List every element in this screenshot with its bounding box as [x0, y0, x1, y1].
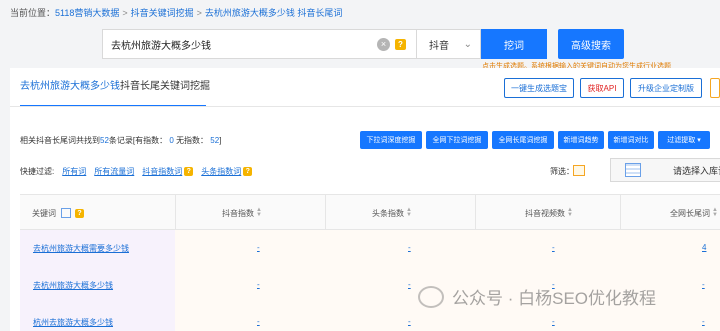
douyin-index-value[interactable]: -	[257, 280, 260, 289]
search-input-value: 去杭州旅游大概多少钱	[111, 40, 211, 52]
copy-icon[interactable]	[61, 208, 71, 218]
wechat-icon	[418, 285, 444, 308]
keyword-link[interactable]: 杭州去旅游大概多少钱	[33, 317, 113, 328]
get-api-button[interactable]: 获取API	[580, 78, 624, 98]
page: 当前位置：5118营销大数据 > 抖音关键词挖掘 > 去杭州旅游大概多少钱 抖音长尾词 …	[0, 0, 720, 331]
toutiao-index-value[interactable]: -	[408, 280, 411, 289]
help-icon[interactable]: ?	[243, 167, 253, 176]
keyword-table: 关键词 ? 抖音指数 ▲ ▼ 头条指数 ▲ ▼ 抖音视频数 ▲ ▼ 全网长尾词 ▲ ▼ 去杭州旅…	[20, 194, 720, 331]
column-divider	[175, 195, 176, 231]
sort-icon[interactable]: ▲ ▼	[256, 207, 262, 218]
breadcrumb-prefix: 当前位置：	[10, 8, 56, 18]
summary-text: 相关抖音长尾词共找到	[20, 136, 100, 145]
table-header: 关键词 ? 抖音指数 ▲ ▼ 头条指数 ▲ ▼ 抖音视频数 ▲ ▼ 全网长尾词 ▲ ▼	[20, 194, 720, 231]
filter-douyin-index-words[interactable]: 抖音指数词	[142, 166, 182, 177]
library-select-placeholder: 请选择入库词	[673, 165, 720, 176]
column-header-longtail[interactable]: 全网长尾词 ▲ ▼	[670, 195, 718, 231]
column-header-label: 头条指数	[372, 208, 404, 218]
sort-icon[interactable]: ▲ ▼	[712, 207, 718, 218]
new-word-compare-button[interactable]: 新增词对比	[608, 131, 654, 149]
dig-button[interactable]: 挖词	[481, 29, 547, 59]
clear-icon[interactable]: ×	[377, 38, 390, 51]
deep-dropdown-mining-button[interactable]: 下拉词深度挖掘	[360, 131, 422, 149]
filter-toutiao-index-words[interactable]: 头条指数词	[201, 166, 241, 177]
summary-text: 无指数：	[176, 136, 209, 145]
sort-icon[interactable]: ▲ ▼	[567, 207, 573, 218]
column-header-toutiao-index[interactable]: 头条指数 ▲ ▼	[372, 195, 412, 231]
web-longtail-mining-button[interactable]: 全网长尾词挖掘	[492, 131, 554, 149]
help-icon[interactable]: ?	[75, 208, 84, 218]
new-word-trend-button[interactable]: 新增词趋势	[558, 131, 604, 149]
tab-title-suffix: 抖音长尾关键词挖掘	[120, 81, 210, 92]
toutiao-index-value[interactable]: -	[408, 243, 411, 252]
column-divider	[620, 195, 621, 231]
douyin-index-value[interactable]: -	[257, 243, 260, 252]
divider	[10, 106, 720, 107]
column-divider	[475, 195, 476, 231]
table-row: 去杭州旅游大概需要多少钱 - - - 4	[20, 230, 720, 267]
douyin-index-value[interactable]: -	[257, 317, 260, 326]
search-input[interactable]: 去杭州旅游大概多少钱 × ?	[102, 29, 417, 59]
column-divider	[325, 195, 326, 231]
column-header-keyword: 关键词 ?	[32, 195, 84, 231]
breadcrumb-current[interactable]: 去杭州旅游大概多少钱 抖音长尾词	[205, 8, 343, 18]
total-count: 52	[100, 136, 109, 145]
chevron-down-icon: ⌄	[463, 39, 472, 50]
tab-keyword[interactable]: 去杭州旅游大概多少钱抖音长尾关键词挖掘	[20, 77, 210, 92]
keyword-link[interactable]: 去杭州旅游大概需要多少钱	[33, 243, 129, 254]
douyin-videos-value[interactable]: -	[552, 317, 555, 326]
library-select[interactable]: 请选择入库词	[610, 158, 720, 182]
keyword-link[interactable]: 去杭州旅游大概多少钱	[33, 280, 113, 291]
summary-text: 条记录[有指数：	[108, 136, 168, 145]
filter-all-words[interactable]: 所有词	[62, 166, 86, 177]
column-header-label: 抖音指数	[222, 208, 254, 218]
extra-button[interactable]	[710, 78, 720, 98]
table-icon	[625, 163, 641, 177]
search-bar: 去杭州旅游大概多少钱 × ? 抖音 ⌄ 挖词	[102, 29, 547, 59]
upgrade-enterprise-button[interactable]: 升级企业定制版	[630, 78, 702, 98]
longtail-value[interactable]: -	[702, 317, 705, 326]
column-header-douyin-index[interactable]: 抖音指数 ▲ ▼	[222, 195, 262, 231]
result-summary: 相关抖音长尾词共找到52条记录[有指数： 0 无指数： 52]	[20, 135, 221, 146]
filter-icon[interactable]	[573, 165, 585, 176]
breadcrumb-link-5118[interactable]: 5118营销大数据	[55, 8, 119, 18]
platform-select-value: 抖音	[429, 40, 449, 52]
help-icon[interactable]: ?	[395, 39, 406, 50]
column-header-label: 关键词	[32, 208, 56, 218]
help-icon[interactable]: ?	[184, 167, 194, 176]
filter-extract-button[interactable]: 过滤提取 ▾	[658, 131, 710, 149]
filter-traffic-words[interactable]: 所有流量词	[94, 166, 134, 177]
with-index-count: 0	[169, 136, 174, 145]
longtail-value[interactable]: 4	[702, 243, 706, 252]
advanced-search-button[interactable]: 高级搜索	[558, 29, 624, 59]
douyin-videos-value[interactable]: -	[552, 243, 555, 252]
tab-title-keyword: 去杭州旅游大概多少钱	[20, 81, 120, 92]
breadcrumb-link-douyin-keyword[interactable]: 抖音关键词挖掘	[131, 8, 194, 18]
web-dropdown-mining-button[interactable]: 全网下拉词挖掘	[426, 131, 488, 149]
column-header-douyin-videos[interactable]: 抖音视频数 ▲ ▼	[525, 195, 573, 231]
breadcrumb-separator: >	[196, 8, 202, 18]
sort-icon[interactable]: ▲ ▼	[406, 207, 412, 218]
summary-text: ]	[219, 136, 222, 145]
screen-label: 筛选：	[550, 167, 574, 176]
column-header-label: 抖音视频数	[525, 208, 565, 218]
quick-filter: 快捷过滤: 所有词 所有流量词 抖音指数词? 头条指数词?	[20, 166, 253, 177]
quick-filter-label: 快捷过滤:	[20, 167, 55, 176]
chevron-down-icon: ▾	[695, 137, 701, 144]
breadcrumb: 当前位置：5118营销大数据 > 抖音关键词挖掘 > 去杭州旅游大概多少钱 抖音长尾词	[10, 6, 342, 19]
column-header-label: 全网长尾词	[670, 208, 710, 218]
watermark-text: 公众号 · 白杨SEO优化教程	[452, 289, 657, 308]
without-index-count: 52	[210, 136, 220, 145]
filter-extract-label: 过滤提取	[667, 137, 696, 144]
longtail-value[interactable]: -	[702, 280, 705, 289]
toutiao-index-value[interactable]: -	[408, 317, 411, 326]
watermark: 公众号 · 白杨SEO优化教程	[418, 284, 656, 309]
platform-select[interactable]: 抖音 ⌄	[417, 29, 481, 59]
generate-topic-button[interactable]: 一键生成选题宝	[504, 78, 574, 98]
breadcrumb-separator: >	[122, 8, 128, 18]
